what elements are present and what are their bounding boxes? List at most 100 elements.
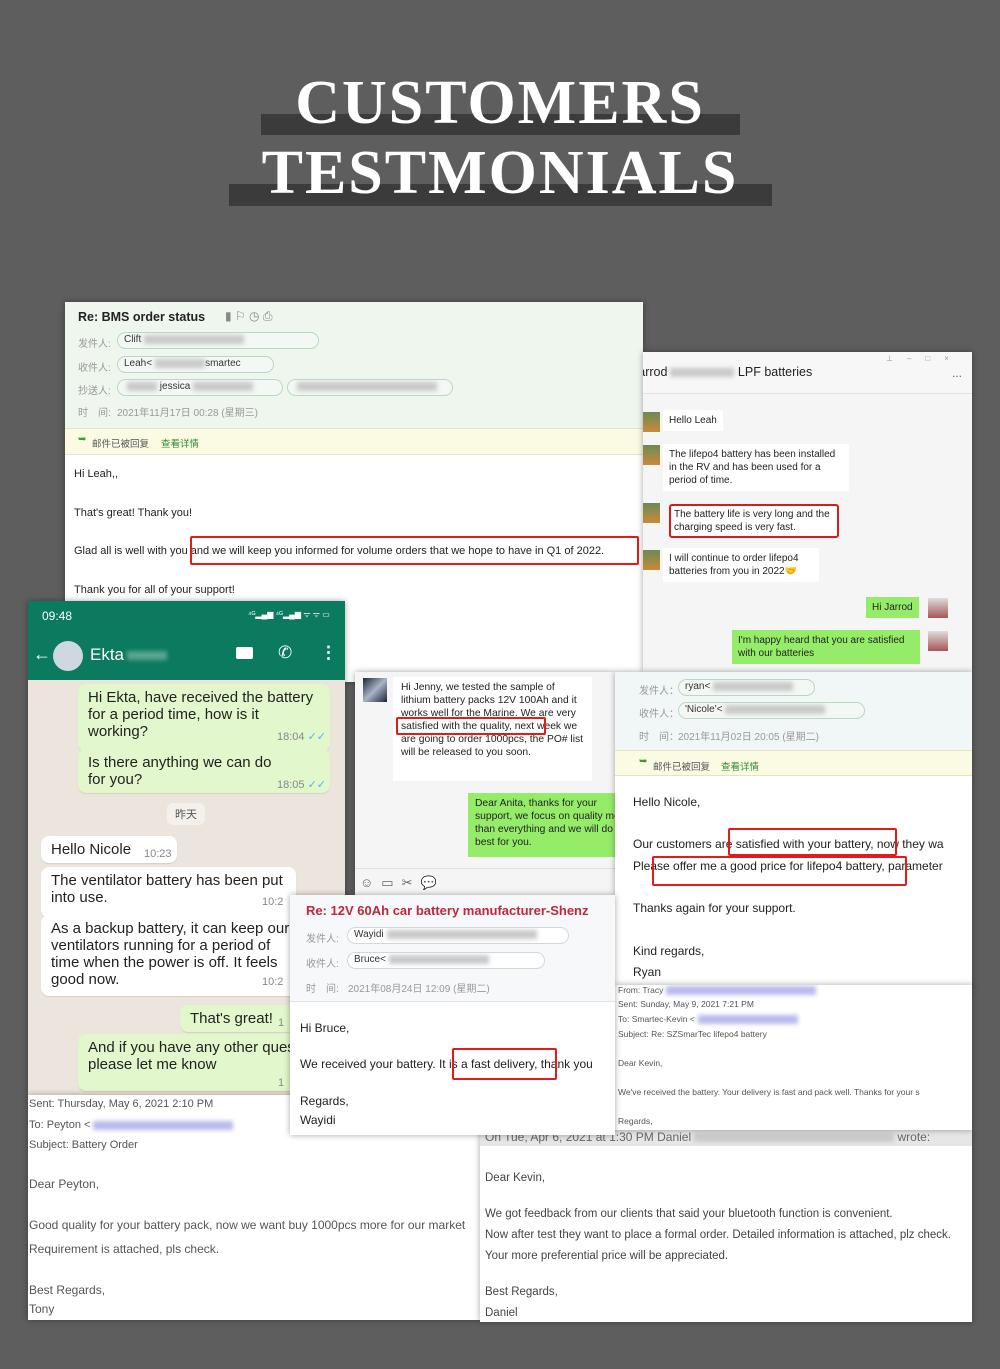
body-line: Best Regards, xyxy=(485,1286,558,1298)
time-value: 2021年11月02日 20:05 (星期二) xyxy=(678,732,819,743)
contact-avatar xyxy=(643,550,660,570)
body-line: Regards, xyxy=(300,1094,349,1108)
status-time: 09:48 xyxy=(42,609,73,623)
cc-chip-1[interactable]: jessica xyxy=(117,379,283,396)
email-toolbar-icons[interactable]: ▮ ⚐ ◷ ⎙ xyxy=(225,309,272,324)
folder-icon[interactable]: ▭ xyxy=(381,875,401,890)
body-line: Dear Peyton, xyxy=(29,1177,100,1191)
body-line: Now after test they want to place a form… xyxy=(485,1229,951,1241)
message-time: 1 xyxy=(278,1077,285,1089)
phone-icon[interactable]: ✆ xyxy=(278,643,292,663)
reply-arrow-icon: ➥ xyxy=(639,756,648,767)
to-value: Bruce< xyxy=(354,954,386,965)
contact-avatar xyxy=(643,412,660,432)
time-label: 时 间： xyxy=(639,732,679,743)
chat-toolbar[interactable]: ☺▭✂💬 xyxy=(360,875,445,891)
my-avatar xyxy=(928,598,948,618)
body-line: We got feedback from our clients that sa… xyxy=(485,1208,893,1220)
time: 18:04 xyxy=(277,731,305,743)
from-text: From: Tracy xyxy=(618,985,664,995)
time-value: 2021年08月24日 12:09 (星期二) xyxy=(348,984,490,995)
read-check-icon: ✓✓ xyxy=(307,779,327,791)
emoji-icon[interactable]: ☺ xyxy=(360,875,381,890)
to-value: 'Nicole'< xyxy=(685,704,723,715)
body-line: Wayidi xyxy=(300,1113,336,1127)
reply-notice: 邮件已被回复 xyxy=(653,762,711,773)
video-call-icon[interactable] xyxy=(236,647,253,659)
message-out: Dear Anita, thanks for your support, we … xyxy=(468,793,615,857)
to-label: 收件人: xyxy=(306,959,339,970)
body-line: Best Regards, xyxy=(29,1283,106,1297)
message-in: The lifepo4 battery has been installed i… xyxy=(663,444,849,491)
from-chip[interactable]: Clift xyxy=(117,332,319,349)
highlight-box xyxy=(728,828,897,856)
status-icons: ⁴ᴳ▂▄▆ ⁴ᴳ▂▄▆ ᯤ ᯤ ▭ xyxy=(248,610,330,619)
message-in: I will continue to order lifepo4 batteri… xyxy=(663,548,819,582)
to-chip[interactable]: Leah< smartec xyxy=(117,356,274,373)
body-line: Kind regards, xyxy=(633,944,705,958)
read-check-icon: ✓✓ xyxy=(307,731,327,743)
message-in: Hello Leah xyxy=(663,410,723,431)
cc-label: 抄送人: xyxy=(78,386,111,397)
reply-details-link[interactable]: 查看详情 xyxy=(161,436,199,450)
body-line: Tony xyxy=(29,1302,55,1316)
from-label: 发件人： xyxy=(639,686,679,697)
quote-wrote: wrote: xyxy=(897,1130,931,1144)
body-line: Daniel xyxy=(485,1307,518,1319)
back-arrow-icon[interactable]: ← xyxy=(33,644,51,665)
time: 18:05 xyxy=(277,779,305,791)
to-chip[interactable]: Bruce< xyxy=(347,952,545,969)
highlight-box xyxy=(190,536,639,565)
from-value: Wayidi xyxy=(354,929,384,940)
reply-notice: 邮件已被回复 xyxy=(92,439,150,450)
from-label: 发件人: xyxy=(78,339,111,350)
chat-bubble-icon[interactable]: 💬 xyxy=(420,875,444,890)
to-text: To: Smartec-Kevin < xyxy=(618,1014,695,1024)
to-label: 收件人： xyxy=(639,709,679,720)
email-tracy: From: Tracy Sent: Sunday, May 9, 2021 7:… xyxy=(615,985,972,1130)
message-time: 18:05 ✓✓ xyxy=(277,778,326,791)
scissors-icon[interactable]: ✂ xyxy=(402,875,421,890)
contact-name-text: Ekta xyxy=(90,645,125,664)
to-label: 收件人: xyxy=(78,363,111,374)
email-nicole: 发件人： ryan< 收件人： 'Nicole'< 时 间： 2021年11月0… xyxy=(615,672,972,990)
to-chip[interactable]: 'Nicole'< xyxy=(678,702,865,719)
message-time: 10:2 xyxy=(262,976,284,988)
message-out: Hi Jarrod xyxy=(866,597,919,618)
menu-icon[interactable]: ⋮ xyxy=(320,643,337,663)
reply-details-link[interactable]: 查看详情 xyxy=(721,759,759,773)
body-line: Hi Bruce, xyxy=(300,1021,350,1035)
message-time: 18:04 ✓✓ xyxy=(277,730,326,743)
cc-chip-2[interactable] xyxy=(287,379,453,396)
message-time: 1 xyxy=(278,1017,285,1029)
highlight-box xyxy=(452,1048,557,1080)
to-domain: smartec xyxy=(205,358,241,369)
email-daniel: On Tue, Apr 6, 2021 at 1:30 PM Daniel wr… xyxy=(480,1130,972,1322)
body-line: Good quality for your battery pack, now … xyxy=(29,1218,466,1232)
contact-avatar xyxy=(643,503,660,523)
body-line: Thank you for all of your support! xyxy=(74,584,235,596)
to-text: To: Peyton < xyxy=(29,1119,91,1131)
from-value: Clift xyxy=(124,334,142,345)
my-avatar xyxy=(928,631,948,651)
body-line: Requirement is attached, pls check. xyxy=(29,1242,220,1256)
body-line: Dear Kevin, xyxy=(618,1058,663,1068)
contact-avatar xyxy=(643,445,660,465)
body-line: Thanks again for your support. xyxy=(633,901,796,915)
subject-line: Subject: Battery Order xyxy=(29,1139,138,1151)
from-chip[interactable]: ryan< xyxy=(678,679,815,696)
avatar[interactable] xyxy=(53,641,83,671)
body-line: That's great! Thank you! xyxy=(74,507,193,519)
to-value: Leah< xyxy=(124,358,153,369)
sent-line: Sent: Thursday, May 6, 2021 2:10 PM xyxy=(29,1098,214,1110)
chat-title: Jarrod LPF batteries xyxy=(643,365,812,379)
message-in-highlighted: The battery life is very long and the ch… xyxy=(669,504,839,538)
wechat-jarrod-chat: Jarrod LPF batteries ⊥–□× ... Hello Leah… xyxy=(643,352,972,672)
to-line: To: Smartec-Kevin < xyxy=(618,1014,798,1025)
more-icon[interactable]: ... xyxy=(952,366,962,380)
from-chip[interactable]: Wayidi xyxy=(347,927,569,944)
body-line: We've received the battery. Your deliver… xyxy=(618,1087,920,1097)
contact-name[interactable]: Ekta xyxy=(90,645,168,665)
window-controls[interactable]: ⊥–□× xyxy=(886,354,963,363)
body-line: Hello Nicole, xyxy=(633,795,701,809)
